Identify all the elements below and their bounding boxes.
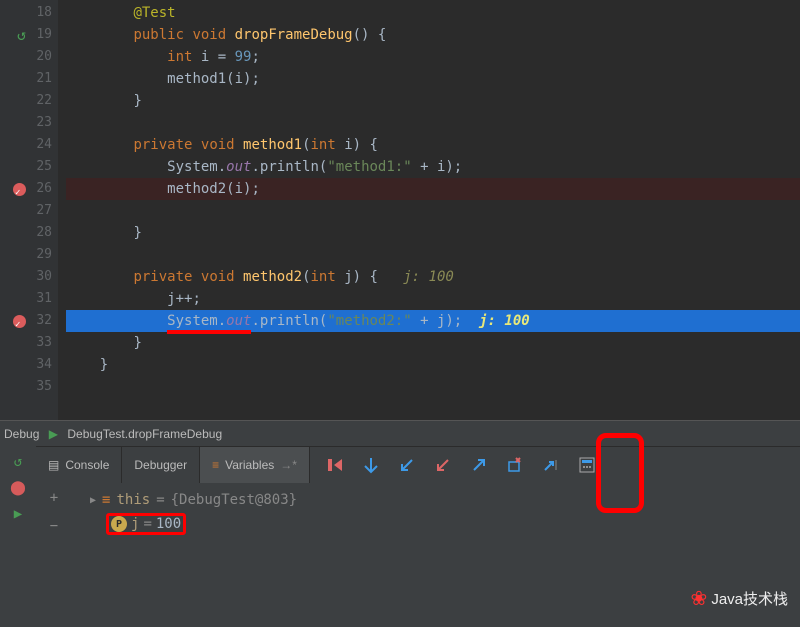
- var-value-j: 100: [156, 516, 181, 532]
- run-gutter-icon[interactable]: ↺: [17, 29, 26, 42]
- tab-console[interactable]: ▤ Console: [36, 447, 122, 483]
- drop-frame-button[interactable]: [504, 454, 526, 476]
- step-out-button[interactable]: [468, 454, 490, 476]
- tab-variables[interactable]: ≡ Variables →*: [200, 447, 310, 483]
- step-into-button[interactable]: [396, 454, 418, 476]
- var-name-j: j: [131, 516, 139, 532]
- run-config-name: DebugTest.dropFrameDebug: [67, 427, 222, 441]
- method-method1: method1: [243, 137, 302, 153]
- object-icon: ≡: [102, 492, 110, 508]
- wechat-icon: ❀: [691, 586, 708, 611]
- console-icon: ▤: [48, 458, 59, 472]
- remove-watch-button[interactable]: −: [42, 514, 66, 538]
- step-over-button[interactable]: [360, 454, 382, 476]
- code-editor[interactable]: 18 ↺19 20 21 22 23 24 25 26 27 28 29 30 …: [0, 0, 800, 420]
- method-dropFrameDebug: dropFrameDebug: [235, 27, 353, 43]
- breakpoint-icon[interactable]: [13, 183, 26, 196]
- breakpoint-icon[interactable]: [13, 315, 26, 328]
- annotation: @Test: [133, 5, 175, 21]
- variables-panel: + − ▶ ≡ this = {DebugTest@803} P j =: [36, 482, 800, 627]
- inline-hint-exec: j: 100: [479, 313, 530, 329]
- variable-row[interactable]: ▶ ≡ this = {DebugTest@803}: [80, 488, 792, 512]
- show-execution-point-button[interactable]: [324, 454, 346, 476]
- expand-icon[interactable]: ▶: [90, 495, 96, 506]
- watermark: ❀ Java技术栈: [691, 586, 788, 611]
- method-method2: method2: [243, 269, 302, 285]
- debug-side-toolbar: ↺ ⬤ ▶: [0, 446, 36, 627]
- debug-panel-header: Debug ▶ DebugTest.dropFrameDebug: [0, 420, 800, 446]
- primitive-icon: P: [111, 516, 127, 532]
- force-step-into-button[interactable]: [432, 454, 454, 476]
- execution-line: System.out.println("method2:" + j); j: 1…: [66, 310, 800, 332]
- var-name-this: this: [116, 492, 150, 508]
- debugger-toolbar: ▤ Console Debugger ≡ Variables →*: [36, 446, 800, 482]
- code-area[interactable]: @Test public void dropFrameDebug() { int…: [58, 0, 800, 420]
- debug-run-icon[interactable]: ▶: [45, 426, 61, 442]
- annotation-highlight-box: P j = 100: [106, 513, 186, 535]
- stop-button[interactable]: ⬤: [6, 476, 30, 500]
- rerun-button[interactable]: ↺: [6, 450, 30, 474]
- evaluate-expression-button[interactable]: [576, 454, 598, 476]
- debug-label: Debug: [4, 427, 39, 441]
- new-watch-button[interactable]: +: [42, 486, 66, 510]
- gutter: 18 ↺19 20 21 22 23 24 25 26 27 28 29 30 …: [0, 0, 58, 420]
- variable-row[interactable]: P j = 100: [80, 512, 792, 536]
- variables-icon: ≡: [212, 458, 219, 472]
- run-to-cursor-button[interactable]: [540, 454, 562, 476]
- annotation-highlight-box: [596, 433, 644, 513]
- inline-hint: j: 100: [403, 269, 454, 285]
- resume-button[interactable]: ▶: [6, 502, 30, 526]
- tab-debugger[interactable]: Debugger: [122, 447, 200, 483]
- var-value-this: {DebugTest@803}: [171, 492, 297, 508]
